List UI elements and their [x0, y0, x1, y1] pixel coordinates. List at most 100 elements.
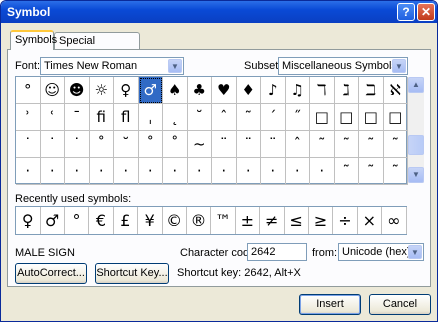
symbol-cell[interactable]: ˊ: [261, 104, 286, 131]
symbol-cell[interactable]: ♥: [212, 77, 237, 104]
symbol-cell[interactable]: ℵ: [383, 77, 408, 104]
recent-symbol-cell[interactable]: €: [89, 207, 114, 234]
symbol-cell[interactable]: ♀: [114, 77, 139, 104]
symbol-cell[interactable]: ☻: [65, 77, 90, 104]
tab-special-characters[interactable]: Special Characters: [54, 32, 140, 64]
symbol-cell[interactable]: ~: [187, 131, 212, 158]
symbol-cell[interactable]: ˝: [285, 104, 310, 131]
symbol-cell[interactable]: □: [383, 104, 408, 131]
symbol-cell[interactable]: ·: [285, 158, 310, 185]
font-select[interactable]: Times New Roman ▼: [40, 57, 184, 75]
chevron-up-icon[interactable]: ▲: [408, 77, 424, 93]
help-button[interactable]: ?: [397, 3, 415, 21]
recent-symbol-cell[interactable]: ♀: [16, 207, 41, 234]
recent-symbol-cell[interactable]: ©: [162, 207, 187, 234]
symbol-cell[interactable]: ¨: [261, 131, 286, 158]
symbol-cell[interactable]: ·: [163, 158, 188, 185]
symbol-cell[interactable]: ·: [187, 158, 212, 185]
autocorrect-button[interactable]: AutoCorrect...: [15, 263, 87, 284]
symbol-cell[interactable]: ˜: [310, 131, 335, 158]
symbol-cell[interactable]: ℸ: [310, 77, 335, 104]
symbol-cell[interactable]: ·: [16, 158, 41, 185]
symbol-cell[interactable]: ·: [89, 158, 114, 185]
symbol-cell[interactable]: ·: [261, 158, 286, 185]
symbol-cell[interactable]: ˜: [334, 131, 359, 158]
symbol-cell[interactable]: ˛: [163, 104, 188, 131]
symbol-cell[interactable]: ♪: [261, 77, 286, 104]
symbol-cell[interactable]: ·: [138, 158, 163, 185]
recent-symbol-cell[interactable]: ♂: [40, 207, 65, 234]
symbol-cell[interactable]: ˜: [359, 158, 384, 185]
recent-symbol-cell[interactable]: ¥: [138, 207, 163, 234]
symbol-cell[interactable]: ˙: [65, 131, 90, 158]
chevron-down-icon[interactable]: ▼: [408, 245, 422, 259]
symbol-cell[interactable]: ˘: [114, 131, 139, 158]
symbol-cell[interactable]: ﬁ: [89, 104, 114, 131]
symbol-cell[interactable]: □: [359, 104, 384, 131]
symbol-cell[interactable]: ·: [40, 158, 65, 185]
symbol-cell[interactable]: ˚: [89, 131, 114, 158]
recent-symbol-cell[interactable]: ≤: [284, 207, 309, 234]
symbol-cell[interactable]: ℶ: [359, 77, 384, 104]
symbol-cell[interactable]: ʿ: [40, 104, 65, 131]
shortcut-key-button[interactable]: Shortcut Key...: [95, 263, 169, 284]
symbol-cell[interactable]: ˙: [40, 131, 65, 158]
recent-symbol-cell[interactable]: ±: [236, 207, 261, 234]
symbol-cell[interactable]: ˜: [383, 131, 408, 158]
symbol-cell[interactable]: ˙: [16, 131, 41, 158]
symbol-cell[interactable]: ¨: [212, 131, 237, 158]
subset-select[interactable]: Miscellaneous Symbols ▼: [278, 57, 408, 75]
symbol-cell[interactable]: ﬂ: [114, 104, 139, 131]
character-code-field[interactable]: 2642: [247, 243, 307, 261]
symbol-cell[interactable]: ˜: [383, 158, 408, 185]
recent-symbols-grid[interactable]: ♀ ♂ ° € £ ¥ © ® ™ ± ≠ ≤ ≥ ÷ × ∞: [15, 206, 407, 235]
symbol-cell[interactable]: ˘: [187, 104, 212, 131]
symbol-cell[interactable]: ·: [212, 158, 237, 185]
symbol-cell[interactable]: ☺: [40, 77, 65, 104]
close-button[interactable]: ✕: [417, 3, 435, 21]
from-select[interactable]: Unicode (hex) ▼: [338, 243, 424, 261]
symbol-cell[interactable]: ♫: [285, 77, 310, 104]
symbol-cell[interactable]: ·: [310, 158, 335, 185]
cancel-button[interactable]: Cancel: [369, 294, 431, 315]
symbol-cell[interactable]: ♣: [187, 77, 212, 104]
symbol-cell[interactable]: □: [310, 104, 335, 131]
recent-symbol-cell[interactable]: ∞: [382, 207, 407, 234]
symbol-cell[interactable]: ˉ: [65, 104, 90, 131]
symbol-cell[interactable]: ℷ: [334, 77, 359, 104]
recent-symbol-cell[interactable]: ÷: [333, 207, 358, 234]
recent-symbol-cell[interactable]: °: [65, 207, 90, 234]
symbol-cell[interactable]: ʾ: [16, 104, 41, 131]
symbol-cell[interactable]: ♠: [163, 77, 188, 104]
symbol-cell[interactable]: ·: [65, 158, 90, 185]
recent-symbol-cell[interactable]: ®: [187, 207, 212, 234]
symbol-cell[interactable]: ˌ: [138, 104, 163, 131]
recent-symbol-cell[interactable]: ≠: [260, 207, 285, 234]
symbol-cell[interactable]: ˚: [163, 131, 188, 158]
symbol-grid[interactable]: ▲ ▼ ° ☺ ☻ ☼ ♀ ♂ ♠ ♣ ♥ ♦ ♪ ♫ ℸ ℷ ℶ ℵ ʾ ʿ ˉ ﬁ ﬂ ˌ ˛ ˘ ˆ ˜ ˊ ˝ □ □ □ □ ˙ ˙ ˙ ˚…: [15, 76, 424, 185]
symbol-cell[interactable]: □: [334, 104, 359, 131]
symbol-cell[interactable]: ˆ: [285, 131, 310, 158]
grid-scrollbar[interactable]: ▲ ▼: [408, 77, 424, 183]
symbol-cell[interactable]: ˜: [236, 104, 261, 131]
symbol-cell[interactable]: ·: [114, 158, 139, 185]
symbol-cell[interactable]: ♦: [236, 77, 261, 104]
recent-symbol-cell[interactable]: ×: [358, 207, 383, 234]
symbol-cell[interactable]: ˜: [359, 131, 384, 158]
chevron-down-icon[interactable]: ▼: [408, 167, 424, 183]
recent-symbol-cell[interactable]: £: [114, 207, 139, 234]
recent-symbol-cell[interactable]: ™: [211, 207, 236, 234]
insert-button[interactable]: Insert: [299, 294, 361, 315]
symbol-cell[interactable]: ˜: [334, 158, 359, 185]
symbol-cell[interactable]: ☼: [89, 77, 114, 104]
symbol-cell[interactable]: ♂: [138, 77, 163, 104]
recent-symbol-cell[interactable]: ≥: [309, 207, 334, 234]
chevron-down-icon[interactable]: ▼: [168, 59, 182, 73]
symbol-cell[interactable]: ˆ: [212, 104, 237, 131]
symbol-cell[interactable]: ·: [236, 158, 261, 185]
chevron-down-icon[interactable]: ▼: [392, 59, 406, 73]
symbol-cell[interactable]: ˚: [138, 131, 163, 158]
symbol-cell[interactable]: ¨: [236, 131, 261, 158]
symbol-cell[interactable]: °: [16, 77, 41, 104]
scroll-thumb[interactable]: [408, 135, 424, 155]
